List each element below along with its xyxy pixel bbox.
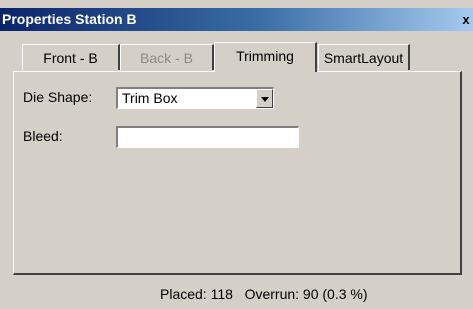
tab-back-b: Back - B	[120, 44, 214, 70]
die-shape-value: Trim Box	[122, 90, 178, 106]
close-icon[interactable]: x	[459, 13, 473, 26]
placed-count: Placed: 118	[160, 286, 233, 302]
overrun-count: Overrun: 90 (0.3 %)	[244, 286, 368, 302]
tab-trimming[interactable]: Trimming	[214, 42, 317, 72]
window-title: Properties Station B	[2, 11, 137, 27]
status-bar: Placed: 118 Overrun: 90 (0.3 %)	[160, 286, 368, 302]
tab-smartlayout[interactable]: SmartLayout	[318, 44, 410, 70]
properties-window: Properties Station B x Front - B Back - …	[0, 0, 473, 309]
bleed-input[interactable]	[116, 126, 299, 148]
die-shape-dropdown[interactable]: Trim Box	[116, 87, 274, 109]
title-bar[interactable]: Properties Station B x	[0, 8, 473, 31]
bleed-label: Bleed:	[23, 128, 63, 144]
tab-front-b[interactable]: Front - B	[22, 44, 120, 70]
dropdown-button[interactable]	[256, 89, 273, 108]
die-shape-label: Die Shape:	[23, 89, 93, 105]
chevron-down-icon	[261, 97, 269, 102]
tab-strip: Front - B Back - B Trimming SmartLayout	[22, 42, 472, 72]
trimming-panel: Die Shape: Trim Box Bleed:	[13, 71, 462, 275]
